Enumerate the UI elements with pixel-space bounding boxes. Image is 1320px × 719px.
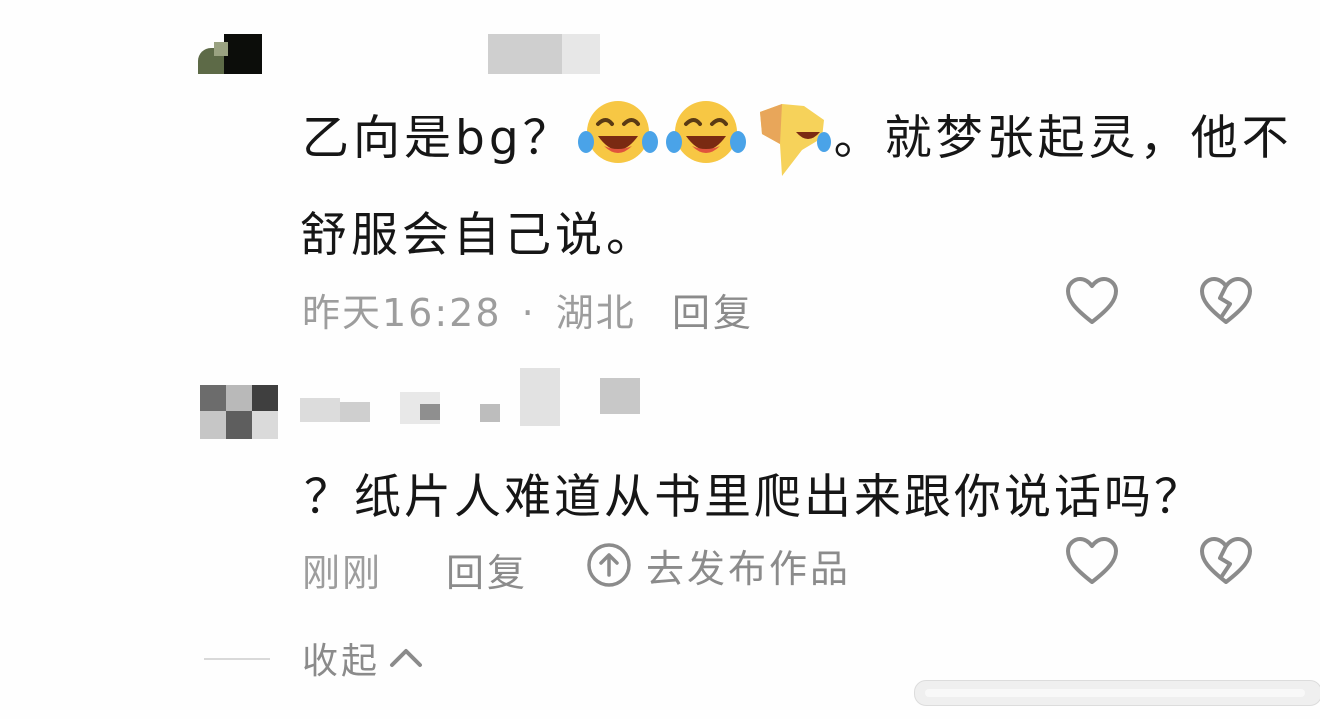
comment-1-time: 昨天16:28: [302, 291, 502, 335]
comment-thread: 乙向是bg？ 。就梦张起灵，他不 舒服会自己说。 昨天16:28 · 湖北 回复…: [0, 0, 1320, 719]
comment-1-text-before: 乙向是bg？: [302, 110, 574, 166]
scroll-handle[interactable]: [914, 680, 1320, 706]
laughing-crying-emoji-icon: [752, 98, 832, 176]
comment-1-text-line-2: 舒服会自己说。: [300, 207, 657, 263]
comment-1-text-after: 。就梦张起灵，他不: [833, 110, 1293, 166]
heart-outline-icon[interactable]: [1064, 274, 1120, 330]
username-blurred[interactable]: [300, 368, 645, 428]
publish-label: 去发布作品: [646, 546, 852, 591]
broken-heart-icon[interactable]: [1198, 534, 1254, 590]
comment-2-text: ？纸片人难道从书里爬出来跟你说话吗？: [304, 469, 1204, 525]
arrow-up-circle-icon: [587, 543, 631, 587]
comment-2-time: 刚刚: [302, 551, 383, 595]
laughing-crying-emoji-icon: [576, 98, 660, 168]
broken-heart-icon[interactable]: [1198, 274, 1254, 330]
publish-work-button[interactable]: 去发布作品: [586, 540, 852, 591]
username-blurred[interactable]: [488, 34, 600, 74]
comment-2-reply-button[interactable]: 回复: [446, 542, 528, 597]
divider-line: [204, 658, 270, 660]
avatar-blurred[interactable]: [198, 34, 262, 74]
meta-separator: ·: [521, 291, 536, 335]
heart-outline-icon[interactable]: [1064, 534, 1120, 590]
avatar-blurred[interactable]: [200, 385, 280, 445]
collapse-label: 收起: [302, 641, 381, 682]
comment-1-reply-button[interactable]: 回复: [672, 282, 754, 337]
laughing-crying-emoji-icon: [664, 98, 748, 168]
comment-1-meta: 昨天16:28 · 湖北: [302, 282, 636, 337]
comment-1-text-line-1: 乙向是bg？ 。就梦张起灵，他不: [302, 101, 1293, 176]
comment-1-location: 湖北: [555, 291, 636, 335]
collapse-button[interactable]: 收起: [302, 632, 424, 684]
chevron-up-icon: [390, 649, 423, 667]
